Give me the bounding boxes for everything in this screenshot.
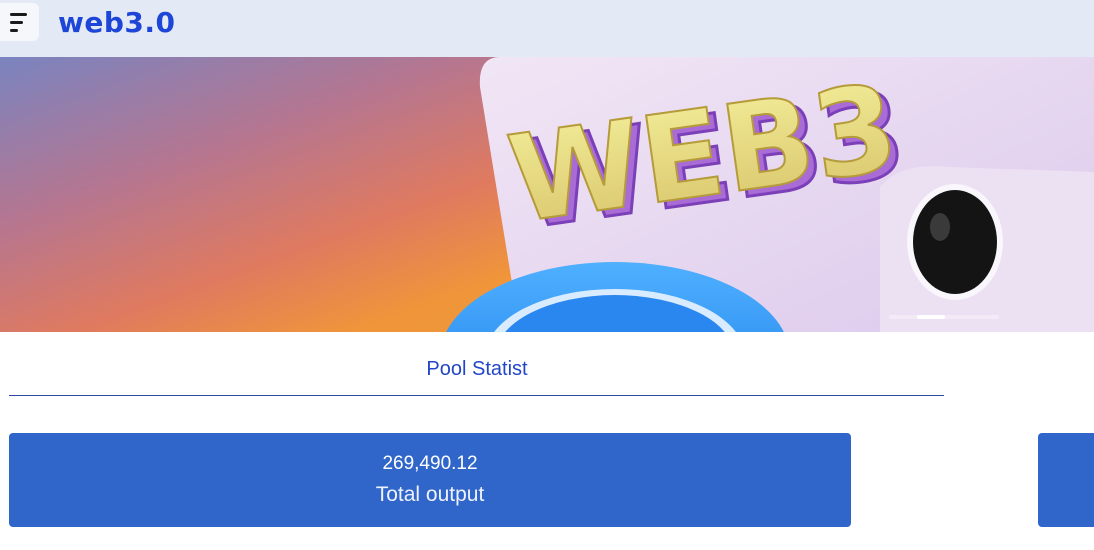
carousel-indicator[interactable]	[889, 315, 999, 319]
stat-card-next[interactable]	[1038, 433, 1094, 527]
hamburger-menu-icon[interactable]	[0, 3, 39, 41]
app-header: web3.0	[0, 0, 1094, 57]
menu-line	[10, 20, 23, 24]
carousel-indicator-active	[917, 315, 945, 319]
divider	[9, 395, 944, 396]
menu-line	[10, 28, 18, 32]
section-title: Pool Statist	[426, 358, 528, 380]
banner-image: WEB3 WEB3	[446, 57, 1094, 332]
stat-value: 269,490.12	[382, 453, 478, 474]
stat-label: Total output	[375, 483, 485, 506]
stat-card-total-output[interactable]: 269,490.12 Total output	[9, 433, 851, 527]
brand-logo[interactable]: web3.0	[58, 6, 176, 39]
menu-line	[10, 12, 27, 16]
banner-carousel[interactable]: WEB3 WEB3	[0, 57, 1094, 332]
